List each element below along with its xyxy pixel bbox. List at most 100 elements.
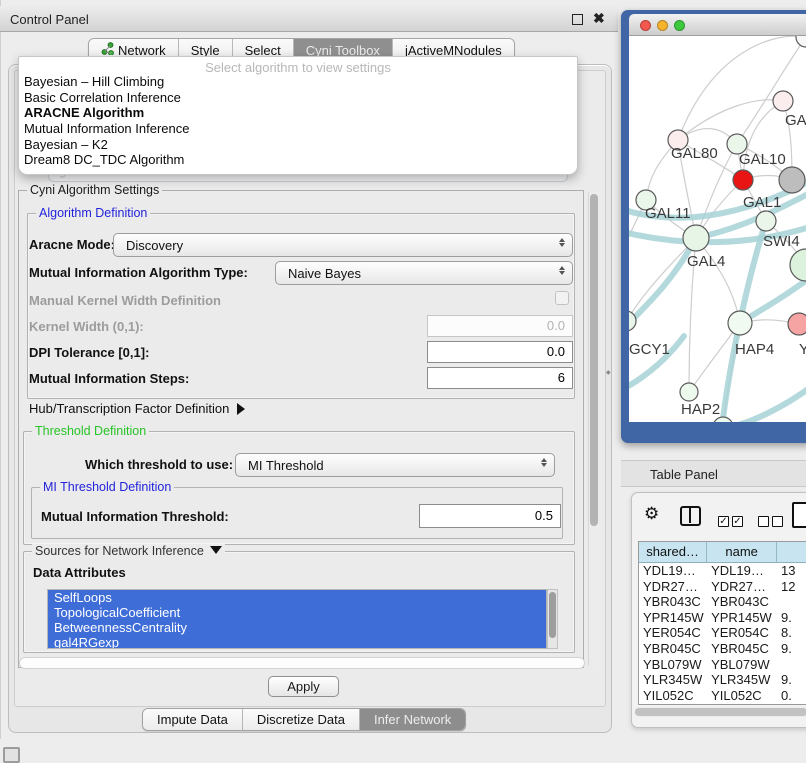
tab-impute-data[interactable]: Impute Data [143,709,243,730]
table-cell: 9. [777,672,806,688]
table-panel: ⚙ ✓ ✓ shared…nameYDL19…YDL19…13YDR27…YDR… [631,492,806,728]
tab-infer-network[interactable]: Infer Network [360,709,465,730]
table-cell [777,657,806,673]
network-window-titlebar[interactable] [629,14,806,36]
checked-box-icon[interactable]: ✓ [732,516,743,527]
node-label-gal10: GAL10 [739,151,786,168]
table-row[interactable]: YPR145WYPR145W9. [639,610,806,626]
algorithm-option[interactable]: Mutual Information Inference [19,121,577,137]
table-row[interactable]: YER054CYER054C8. [639,625,806,641]
mi-threshold-definition-title: MI Threshold Definition [40,480,174,494]
table-row[interactable]: YDR27…YDR27…12 [639,579,806,595]
panel-divider-handle[interactable]: ◆ [606,371,610,376]
split-columns-icon[interactable] [680,506,701,526]
network-node[interactable] [790,249,806,281]
node-label-gcy1: GCY1 [629,341,670,358]
table-cell: YER054C [639,625,707,641]
which-threshold-value: MI Threshold [248,458,324,473]
network-node-y[interactable] [788,313,806,335]
mi-steps-label: Mutual Information Steps: [29,371,189,386]
unchecked-box-icon[interactable] [758,516,769,527]
mac-minimize-button[interactable] [657,20,668,31]
collapse-down-icon [210,546,222,554]
mi-algorithm-type-value: Naive Bayes [288,266,361,281]
table-horizontal-scrollbar[interactable] [634,707,806,717]
network-node-gal1[interactable] [733,170,753,190]
settings-horizontal-scrollbar[interactable] [19,657,585,669]
network-node-gal[interactable] [773,91,793,111]
attribute-item[interactable]: SelfLoops [48,590,546,605]
unchecked-box-icon[interactable] [772,516,783,527]
attributes-list-scrollbar[interactable] [547,589,558,649]
table-row[interactable]: YBR043CYBR043C [639,594,806,610]
docked-panel-icon[interactable] [3,747,20,763]
settings-gear-icon[interactable]: ⚙ [644,504,659,524]
hub-definition-toggle[interactable]: Hub/Transcription Factor Definition [29,401,245,416]
kernel-width-field[interactable]: 0.0 [427,315,573,337]
sources-group-toggle[interactable]: Sources for Network Inference [32,544,225,558]
mac-close-button[interactable] [640,20,651,31]
aracne-mode-combo[interactable]: Discovery [113,233,573,257]
node-label-hap2: HAP2 [681,401,720,418]
close-icon[interactable]: ✖ [593,10,605,27]
combo-arrows-icon [559,238,565,247]
algorithm-option[interactable]: Basic Correlation Inference [19,90,577,106]
network-node-swi4[interactable] [756,211,776,231]
network-node[interactable] [779,167,805,193]
network-node-hap4[interactable] [728,311,752,335]
node-label-gal1: GAL1 [743,194,781,211]
checked-box-icon[interactable]: ✓ [718,516,729,527]
network-edge [696,238,740,323]
table-cell: YIL052C [707,688,777,704]
table-cell: YBR043C [707,594,777,610]
dpi-tolerance-field[interactable]: 0.0 [427,341,573,363]
cyni-algorithm-settings-group: Cyni Algorithm Settings Algorithm Defini… [18,190,584,668]
algorithm-option[interactable]: Bayesian – K2 [19,137,577,153]
table-row[interactable]: YDL19…YDL19…13 [639,563,806,579]
network-node[interactable] [796,36,806,47]
settings-vertical-scrollbar[interactable] [588,192,599,666]
node-label-y: Y [799,341,806,358]
node-label-gal11: GAL11 [645,205,691,222]
table-cell: YLR345W [639,672,707,688]
attribute-item[interactable]: gal4RGexp [48,635,546,649]
algorithm-option[interactable]: Dream8 DC_TDC Algorithm [19,152,577,168]
table-row[interactable]: YIL052CYIL052C0. [639,688,806,704]
manual-kernel-width-checkbox[interactable] [555,291,569,305]
attribute-item[interactable]: TopologicalCoefficient [48,605,546,620]
table-cell: 13 [777,563,806,579]
node-table[interactable]: shared…nameYDL19…YDL19…13YDR27…YDR27…12Y… [638,541,806,705]
algorithm-option[interactable]: Bayesian – Hill Climbing [19,74,577,90]
float-window-icon[interactable] [572,14,583,25]
table-row[interactable]: YBR045CYBR045C9. [639,641,806,657]
expand-right-icon [237,403,245,415]
data-attributes-label: Data Attributes [33,565,126,580]
which-threshold-combo[interactable]: MI Threshold [235,453,555,477]
attribute-item[interactable]: BetweennessCentrality [48,620,546,635]
network-node-gal4[interactable] [683,225,709,251]
table-row[interactable]: YLR345WYLR345W9. [639,672,806,688]
sources-group-title: Sources for Network Inference [35,544,204,558]
algorithm-dropdown-list: Bayesian – Hill ClimbingBasic Correlatio… [19,74,577,168]
table-header-row: shared…name [639,542,806,563]
table-cell: YIL052C [639,688,707,704]
apply-button[interactable]: Apply [268,676,339,697]
column-header[interactable] [777,542,806,562]
combo-arrows-icon [541,458,547,467]
column-header[interactable]: shared… [639,542,707,562]
network-node-hap2[interactable] [680,383,698,401]
tab-discretize-data[interactable]: Discretize Data [243,709,360,730]
algorithm-option[interactable]: ARACNE Algorithm [19,105,577,121]
mi-steps-field[interactable]: 6 [427,367,573,389]
column-header[interactable]: name [707,542,777,562]
document-icon[interactable] [792,502,806,528]
node-label-swi4: SWI4 [763,233,800,250]
mac-zoom-button[interactable] [674,20,685,31]
network-edge-highlighted [725,381,806,422]
mi-algorithm-type-combo[interactable]: Naive Bayes [275,261,573,285]
mi-threshold-field[interactable]: 0.5 [419,504,561,528]
control-panel-titlebar[interactable]: Control Panel ✖ [0,6,618,32]
data-attributes-list[interactable]: SelfLoopsTopologicalCoefficientBetweenne… [47,589,547,649]
network-view-canvas[interactable]: GALGAL80GAL10GAL1GAL11SWI4GAL4GCY1HAP4YH… [629,36,806,422]
table-row[interactable]: YBL079WYBL079W [639,657,806,673]
